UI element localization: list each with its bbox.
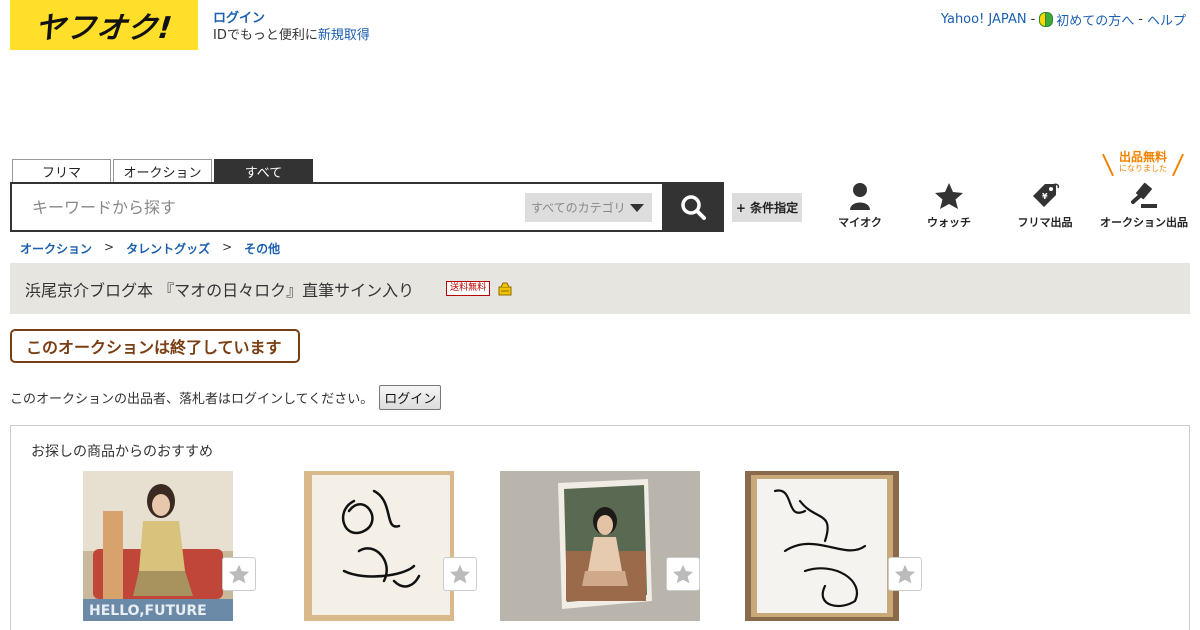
search-icon <box>681 195 706 220</box>
free-shipping-badge: 送料無料 <box>446 281 491 296</box>
help-link[interactable]: ヘルプ <box>1147 10 1186 29</box>
recommend-item-3-watch-button[interactable] <box>666 557 700 591</box>
tab-all[interactable]: すべて <box>214 159 313 182</box>
caret-down-icon <box>630 204 644 212</box>
breadcrumb-other[interactable]: その他 <box>244 240 280 257</box>
tab-flea[interactable]: フリマ <box>12 159 111 182</box>
category-select-label: すべてのカテゴリ <box>531 201 626 215</box>
svg-text:¥: ¥ <box>1042 192 1048 201</box>
nav-auction-listing-label: オークション出品 <box>1100 216 1188 229</box>
search-button[interactable] <box>662 182 724 232</box>
recommend-item-1-watch-button[interactable] <box>222 557 256 591</box>
signup-link[interactable]: 新規取得 <box>318 28 370 43</box>
star-icon <box>450 564 470 584</box>
star-icon <box>935 183 963 209</box>
nav-myauc-label: マイオク <box>838 216 882 229</box>
recommend-section: お探しの商品からのおすすめ HELLO,FUTURE <box>10 425 1190 630</box>
yahoo-japan-link[interactable]: Yahoo! JAPAN <box>941 12 1027 27</box>
gavel-icon <box>1131 182 1157 208</box>
star-icon <box>229 564 249 584</box>
login-prefix-text: IDでもっと便利に <box>213 28 318 43</box>
login-notice-text: このオークションの出品者、落札者はログインしてください。 <box>10 392 374 407</box>
search-tabs: フリマ オークション すべて <box>12 159 313 182</box>
tab-auction[interactable]: オークション <box>113 159 212 182</box>
item-title: 浜尾京介ブログ本 『マオの日々ロク』直筆サイン入り <box>25 280 415 300</box>
nav-myauc[interactable]: マイオク <box>815 182 905 230</box>
login-box: ログイン IDでもっと便利に新規取得 <box>213 10 370 44</box>
breadcrumb-talent-goods[interactable]: タレントグッズ <box>126 240 210 257</box>
star-icon <box>895 564 915 584</box>
recommend-item-1-caption: HELLO,FUTURE <box>89 603 207 619</box>
search-box: すべてのカテゴリ <box>10 182 664 232</box>
separator: - <box>1138 12 1143 27</box>
free-badge-main: 出品無料 <box>1118 150 1167 164</box>
separator: - <box>1030 12 1036 27</box>
search-input[interactable] <box>12 184 522 230</box>
auction-ended-banner: このオークションは終了しています <box>10 329 300 363</box>
top-links: Yahoo! JAPAN - 初めての方へ - ヘルプ <box>941 10 1186 29</box>
breadcrumb: オークション > タレントグッズ > その他 <box>20 240 280 257</box>
recommend-item-2-watch-button[interactable] <box>443 557 477 591</box>
recommend-item-1-image[interactable]: HELLO,FUTURE <box>83 471 233 621</box>
condition-button[interactable]: + 条件指定 <box>732 193 802 222</box>
category-select[interactable]: すべてのカテゴリ <box>525 193 652 222</box>
logo-text: ヤフオク! <box>32 11 175 46</box>
recommend-title: お探しの商品からのおすすめ <box>31 444 213 460</box>
nav-auction-listing[interactable]: オークション出品 <box>1097 182 1191 230</box>
login-link[interactable]: ログイン <box>213 11 265 26</box>
recommend-item-4-image[interactable] <box>745 471 899 621</box>
recommend-item-2-image[interactable] <box>304 471 454 621</box>
nav-flea-listing[interactable]: ¥ フリマ出品 <box>1000 182 1090 230</box>
new-item-icon <box>498 282 512 295</box>
person-icon <box>850 183 870 210</box>
free-listing-badge: 出品無料 になりました <box>1103 151 1183 175</box>
free-badge-sub: になりました <box>1119 164 1167 173</box>
beginner-link[interactable]: 初めての方へ <box>1056 10 1134 29</box>
nav-flea-listing-label: フリマ出品 <box>1017 216 1073 229</box>
nav-watch-label: ウォッチ <box>927 216 971 229</box>
login-button[interactable]: ログイン <box>379 385 442 410</box>
breadcrumb-separator: > <box>104 240 115 254</box>
breadcrumb-auction[interactable]: オークション <box>20 240 92 257</box>
item-title-bar: 浜尾京介ブログ本 『マオの日々ロク』直筆サイン入り 送料無料 <box>10 263 1190 314</box>
star-icon <box>673 564 693 584</box>
beginner-mark-icon <box>1039 12 1054 27</box>
yahuoku-logo[interactable]: ヤフオク! <box>10 0 198 50</box>
recommend-item-4-watch-button[interactable] <box>888 557 922 591</box>
login-notice: このオークションの出品者、落札者はログインしてください。 ログイン <box>10 385 442 410</box>
recommend-item-3-image[interactable] <box>500 471 700 621</box>
price-tag-icon: ¥ <box>1033 183 1060 207</box>
breadcrumb-separator: > <box>222 240 233 254</box>
nav-watch[interactable]: ウォッチ <box>904 182 994 230</box>
